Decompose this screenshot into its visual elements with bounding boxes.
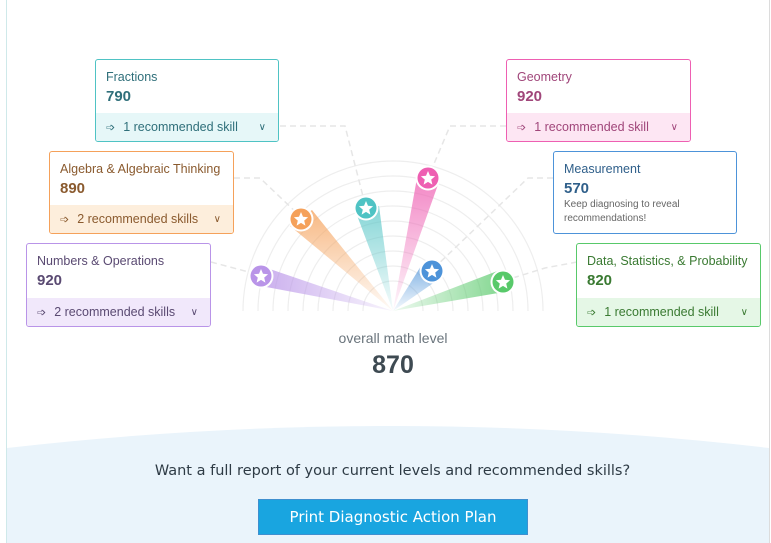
recommended-skills-label: 2 recommended skills [77,212,199,226]
skill-score: 790 [106,88,132,105]
card-connectors [210,125,578,282]
skill-card-measurement: Measurement 570 Keep diagnosing to reveal … [553,151,737,234]
skill-score: 570 [564,180,590,197]
print-action-plan-button[interactable]: Print Diagnostic Action Plan [258,499,528,535]
star-icon [353,195,379,221]
skill-score: 890 [60,180,86,197]
recommended-skills-label: 1 recommended skill [604,305,719,319]
recommended-skills-label: 1 recommended skill [123,120,238,134]
chevron-down-icon: ∨ [213,213,221,225]
skill-title: Geometry [517,70,572,84]
star-icon [288,206,314,232]
recommended-skills-label: 2 recommended skills [54,305,176,319]
skill-card-geometry: Geometry 920 ➩ 1 recommended skill ∨ [506,59,691,142]
skill-title: Numbers & Operations [37,254,165,268]
skill-note: Keep diagnosing to reveal recommendation… [564,199,680,224]
skill-title: Data, Statistics, & Probability [587,254,748,268]
skill-title: Measurement [564,162,641,176]
star-icon [415,165,441,191]
recommended-skills-toggle[interactable]: ➩ 1 recommended skill ∨ [96,113,278,141]
skill-card-fractions: Fractions 790 ➩ 1 recommended skill ∨ [95,59,279,142]
pointing-hand-icon: ➩ [587,306,597,319]
star-icon [490,269,516,295]
recommended-skills-toggle[interactable]: ➩ 2 recommended skills ∨ [50,205,233,233]
recommended-skills-toggle[interactable]: ➩ 1 recommended skill ∨ [507,113,690,141]
star-icon [248,263,274,289]
skill-title: Algebra & Algebraic Thinking [60,162,221,176]
skill-score: 820 [587,272,613,289]
pointing-hand-icon: ➩ [106,121,116,134]
chevron-down-icon: ∨ [670,121,678,133]
chevron-down-icon: ∨ [190,306,198,318]
skill-score: 920 [517,88,543,105]
pointing-hand-icon: ➩ [60,213,70,226]
pointing-hand-icon: ➩ [37,306,47,319]
star-icon [419,258,445,284]
skill-card-data: Data, Statistics, & Probability 820 ➩ 1 rec… [576,243,761,327]
recommended-skills-toggle[interactable]: ➩ 2 recommended skills ∨ [27,298,210,326]
pointing-hand-icon: ➩ [517,121,527,134]
recommended-skills-label: 1 recommended skill [534,120,649,134]
overall-level-value: 870 [372,351,414,379]
recommended-skills-toggle[interactable]: ➩ 1 recommended skill ∨ [577,298,760,326]
skill-title: Fractions [106,70,158,84]
report-prompt: Want a full report of your current level… [154,463,631,479]
chevron-down-icon: ∨ [258,121,266,133]
overall-level-label: overall math level [338,330,448,346]
chevron-down-icon: ∨ [740,306,748,318]
skill-card-algebra: Algebra & Algebraic Thinking 890 ➩ 2 recomm… [49,151,234,234]
skill-card-numbers: Numbers & Operations 920 ➩ 2 recommended sk… [26,243,211,327]
skill-score: 920 [37,272,63,289]
